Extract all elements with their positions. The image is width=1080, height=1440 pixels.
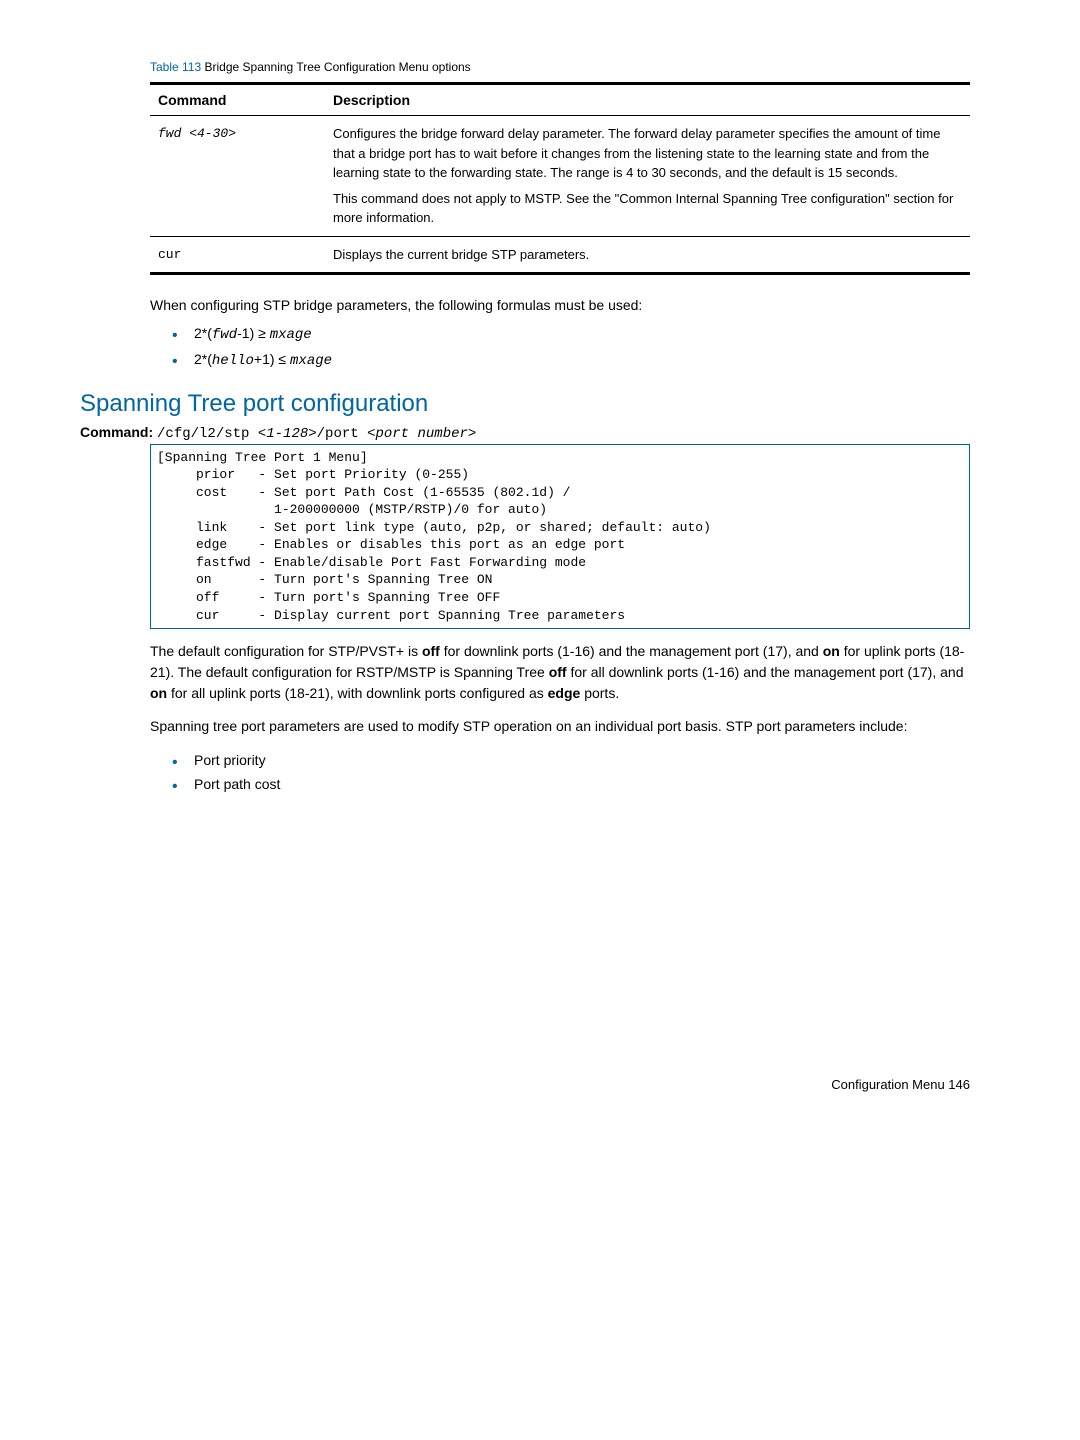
table-row: cur Displays the current bridge STP para… xyxy=(150,236,970,274)
formula-list: 2*(fwd-1) ≥ mxage 2*(hello+1) ≤ mxage xyxy=(172,322,1000,374)
table-row: fwd <4-30> Configures the bridge forward… xyxy=(150,116,970,237)
paragraph-1: The default configuration for STP/PVST+ … xyxy=(150,641,970,704)
command-line: Command: /cfg/l2/stp <1-128>/port <port … xyxy=(80,424,1000,442)
list-item: Port path cost xyxy=(172,773,1000,797)
paragraph-2: Spanning tree port parameters are used t… xyxy=(150,716,970,737)
code-block: [Spanning Tree Port 1 Menu] prior - Set … xyxy=(150,444,970,629)
config-table: Command Description fwd <4-30> Configure… xyxy=(150,82,970,275)
table-cell-cmd: fwd <4-30> xyxy=(150,116,325,237)
list-item: 2*(fwd-1) ≥ mxage xyxy=(172,322,1000,348)
table-caption-text: Bridge Spanning Tree Configuration Menu … xyxy=(205,60,471,74)
table-cell-cmd: cur xyxy=(150,236,325,274)
page-footer: Configuration Menu 146 xyxy=(80,1077,970,1092)
command-label: Command: xyxy=(80,424,153,440)
list-item: Port priority xyxy=(172,749,1000,773)
port-params-list: Port priority Port path cost xyxy=(172,749,1000,797)
intro-text: When configuring STP bridge parameters, … xyxy=(150,295,970,316)
list-item: 2*(hello+1) ≤ mxage xyxy=(172,348,1000,374)
table-header-command: Command xyxy=(150,84,325,116)
table-label: Table 113 xyxy=(150,60,201,74)
table-cell-desc: Displays the current bridge STP paramete… xyxy=(325,236,970,274)
table-cell-desc: Configures the bridge forward delay para… xyxy=(325,116,970,237)
table-caption: Table 113 Bridge Spanning Tree Configura… xyxy=(150,60,1000,74)
section-heading: Spanning Tree port configuration xyxy=(80,390,1000,418)
table-header-description: Description xyxy=(325,84,970,116)
